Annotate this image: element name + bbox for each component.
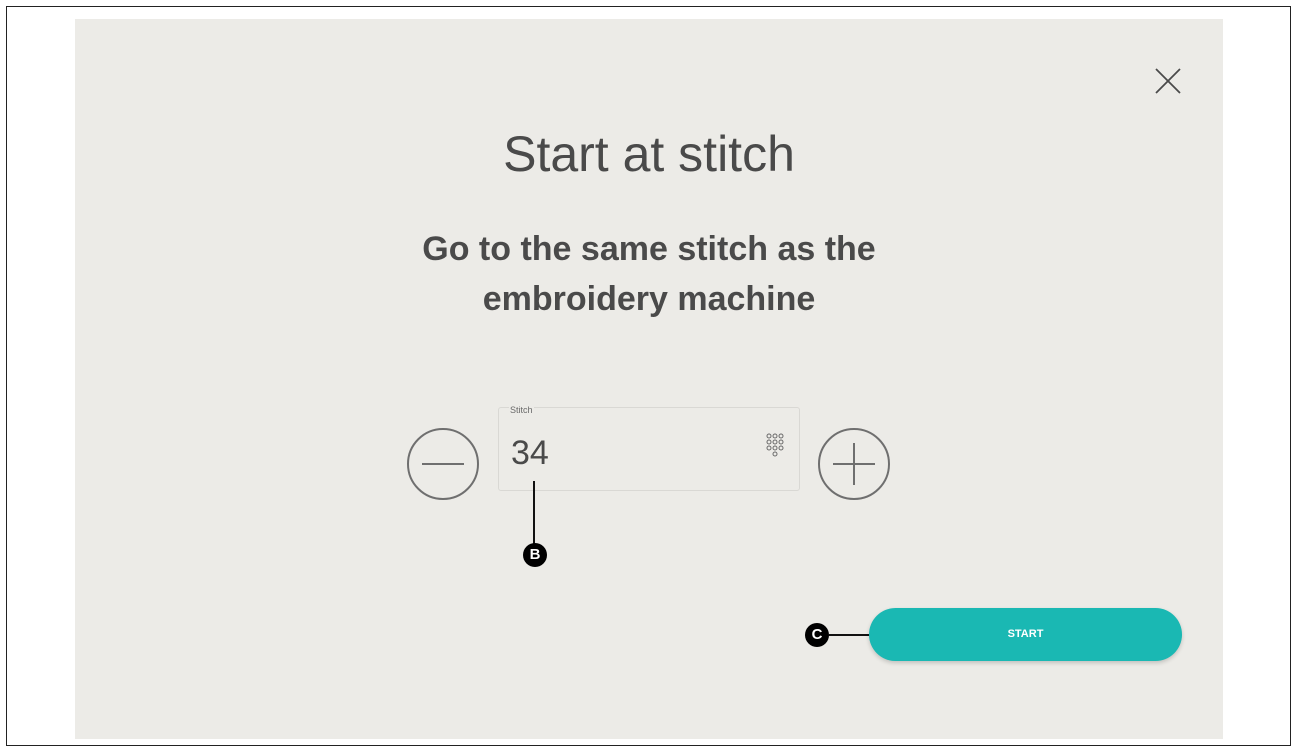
dialog-title: Start at stitch bbox=[503, 126, 795, 182]
increment-button[interactable] bbox=[818, 428, 890, 500]
dialog-subtitle: Go to the same stitch as the embroidery … bbox=[75, 224, 1223, 324]
start-button[interactable]: START bbox=[869, 608, 1182, 661]
keypad-icon[interactable] bbox=[763, 432, 787, 468]
close-icon bbox=[1155, 68, 1181, 94]
stitch-input-field[interactable]: Stitch 34 bbox=[498, 405, 800, 491]
callout-marker-b: B bbox=[523, 543, 547, 567]
minus-icon bbox=[422, 463, 464, 465]
stitch-value[interactable]: 34 bbox=[511, 434, 549, 473]
subtitle-line-1: Go to the same stitch as the bbox=[422, 230, 876, 268]
subtitle-line-2: embroidery machine bbox=[482, 280, 816, 318]
decrement-button[interactable] bbox=[407, 428, 479, 500]
close-button[interactable] bbox=[1150, 63, 1186, 99]
stitch-field-label: Stitch bbox=[509, 405, 534, 415]
callout-line-b bbox=[533, 481, 535, 545]
callout-marker-c: C bbox=[805, 623, 829, 647]
plus-icon bbox=[833, 443, 875, 485]
